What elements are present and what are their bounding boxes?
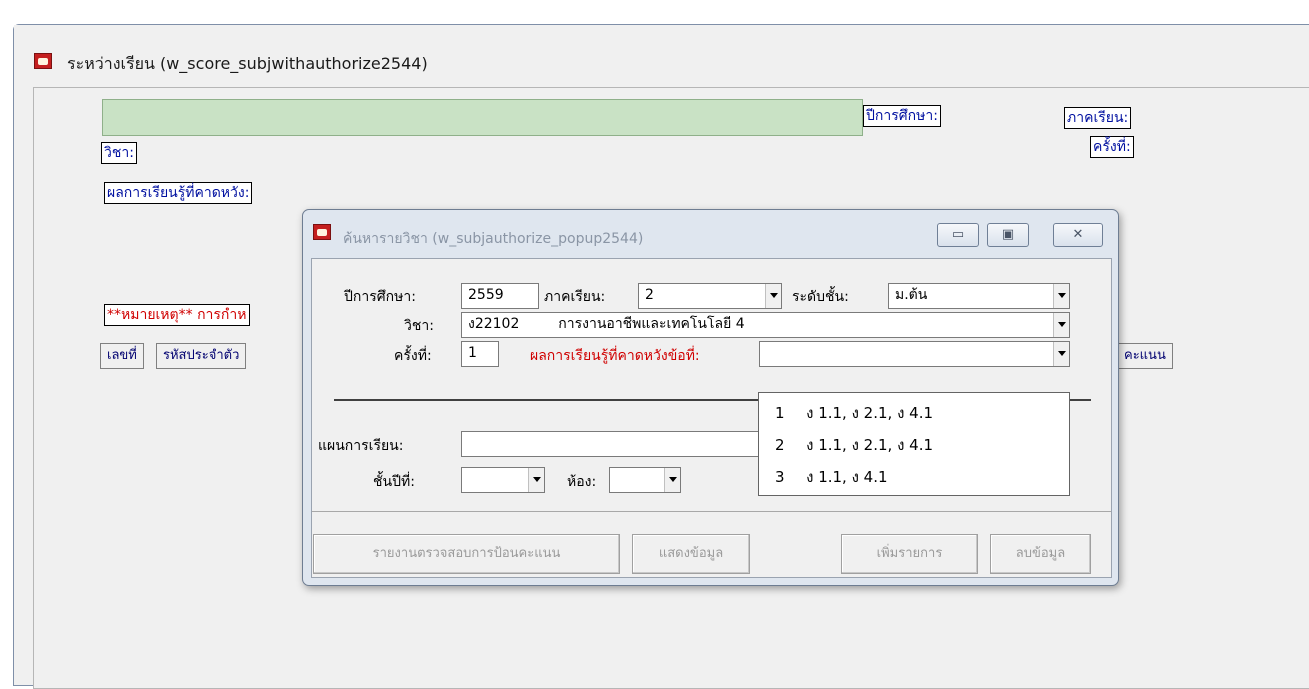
semester-select[interactable]: 2 (638, 283, 782, 309)
subject-name: การงานอาชีพและเทคโนโลยี 4 (558, 316, 745, 332)
outcome-select[interactable] (759, 341, 1070, 367)
list-item-number: 2 (775, 436, 785, 454)
list-item-number: 3 (775, 468, 785, 486)
add-item-button[interactable]: เพิ่มรายการ (841, 534, 978, 574)
semester-value: 2 (645, 287, 654, 303)
list-item[interactable]: 1 ง 1.1, ง 2.1, ง 4.1 (775, 401, 933, 425)
plan-input[interactable] (461, 431, 761, 457)
list-item-text: ง 1.1, ง 4.1 (806, 468, 888, 486)
subject-code: ง22102 (468, 316, 520, 332)
list-item-text: ง 1.1, ง 2.1, ง 4.1 (806, 404, 934, 422)
round-label: ครั้งที่: (1090, 136, 1134, 158)
popup-title: ค้นหารายวิชา (w_subjauthorize_popup2544) (343, 231, 644, 247)
minimize-icon: ▭ (951, 227, 965, 242)
main-window-title: ระหว่างเรียน (w_score_subjwithauthorize2… (67, 54, 428, 73)
outcome-dropdown-list: 1 ง 1.1, ง 2.1, ง 4.1 2 ง 1.1, ง 2.1, ง … (758, 392, 1070, 496)
app-icon (34, 53, 52, 69)
plan-label: แผนการเรียน: (318, 438, 404, 454)
subject-info-bar (102, 99, 863, 136)
chevron-down-icon[interactable] (1053, 342, 1069, 366)
room-select[interactable] (609, 467, 681, 493)
grade-select[interactable] (461, 467, 545, 493)
chevron-down-icon[interactable] (664, 468, 680, 492)
chevron-down-icon[interactable] (528, 468, 544, 492)
level-select[interactable]: ม.ต้น (888, 283, 1070, 309)
popup-subject-label: วิชา: (404, 318, 434, 334)
column-header-number[interactable]: เลขที่ (100, 343, 144, 369)
semester-label: ภาคเรียน: (1064, 107, 1132, 129)
expected-outcome-label: ผลการเรียนรู้ที่คาดหวัง: (104, 182, 253, 204)
academic-year-input[interactable]: 2559 (461, 283, 539, 309)
popup-semester-label: ภาคเรียน: (544, 289, 606, 305)
room-label: ห้อง: (567, 474, 597, 490)
note-label: **หมายเหตุ** การกำห (104, 304, 250, 326)
outcome-label: ผลการเรียนรู้ที่คาดหวังข้อที่: (530, 348, 700, 364)
subject-select[interactable]: ง22102 การงานอาชีพและเทคโนโลยี 4 (461, 312, 1070, 338)
subject-label: วิชา: (101, 142, 137, 164)
level-value: ม.ต้น (895, 287, 928, 303)
close-icon: ✕ (1072, 227, 1084, 242)
chevron-down-icon[interactable] (1053, 313, 1069, 337)
column-header-score[interactable]: คะแนน (1117, 343, 1173, 369)
button-band-divider (312, 511, 1111, 512)
popup-academic-year-label: ปีการศึกษา: (344, 289, 416, 305)
list-item-number: 1 (775, 404, 785, 422)
round-input[interactable]: 1 (461, 341, 499, 367)
maximize-button[interactable]: ▣ (987, 223, 1029, 247)
list-item[interactable]: 2 ง 1.1, ง 2.1, ง 4.1 (775, 433, 933, 457)
show-data-button[interactable]: แสดงข้อมูล (632, 534, 750, 574)
report-check-button[interactable]: รายงานตรวจสอบการป้อนคะแนน (313, 534, 620, 574)
popup-app-icon (313, 224, 331, 240)
grade-label: ชั้นปีที่: (373, 474, 415, 490)
maximize-icon: ▣ (1001, 227, 1015, 242)
list-item[interactable]: 3 ง 1.1, ง 4.1 (775, 465, 888, 489)
academic-year-label: ปีการศึกษา: (863, 105, 941, 127)
chevron-down-icon[interactable] (765, 284, 781, 308)
minimize-button[interactable]: ▭ (937, 223, 979, 247)
chevron-down-icon[interactable] (1053, 284, 1069, 308)
main-titlebar: ระหว่างเรียน (w_score_subjwithauthorize2… (14, 25, 1309, 87)
delete-data-button[interactable]: ลบข้อมูล (990, 534, 1091, 574)
popup-round-label: ครั้งที่: (394, 348, 432, 364)
close-button[interactable]: ✕ (1053, 223, 1103, 247)
level-label: ระดับชั้น: (792, 289, 849, 305)
column-header-student-id[interactable]: รหัสประจำตัว (156, 343, 247, 369)
list-item-text: ง 1.1, ง 2.1, ง 4.1 (806, 436, 934, 454)
